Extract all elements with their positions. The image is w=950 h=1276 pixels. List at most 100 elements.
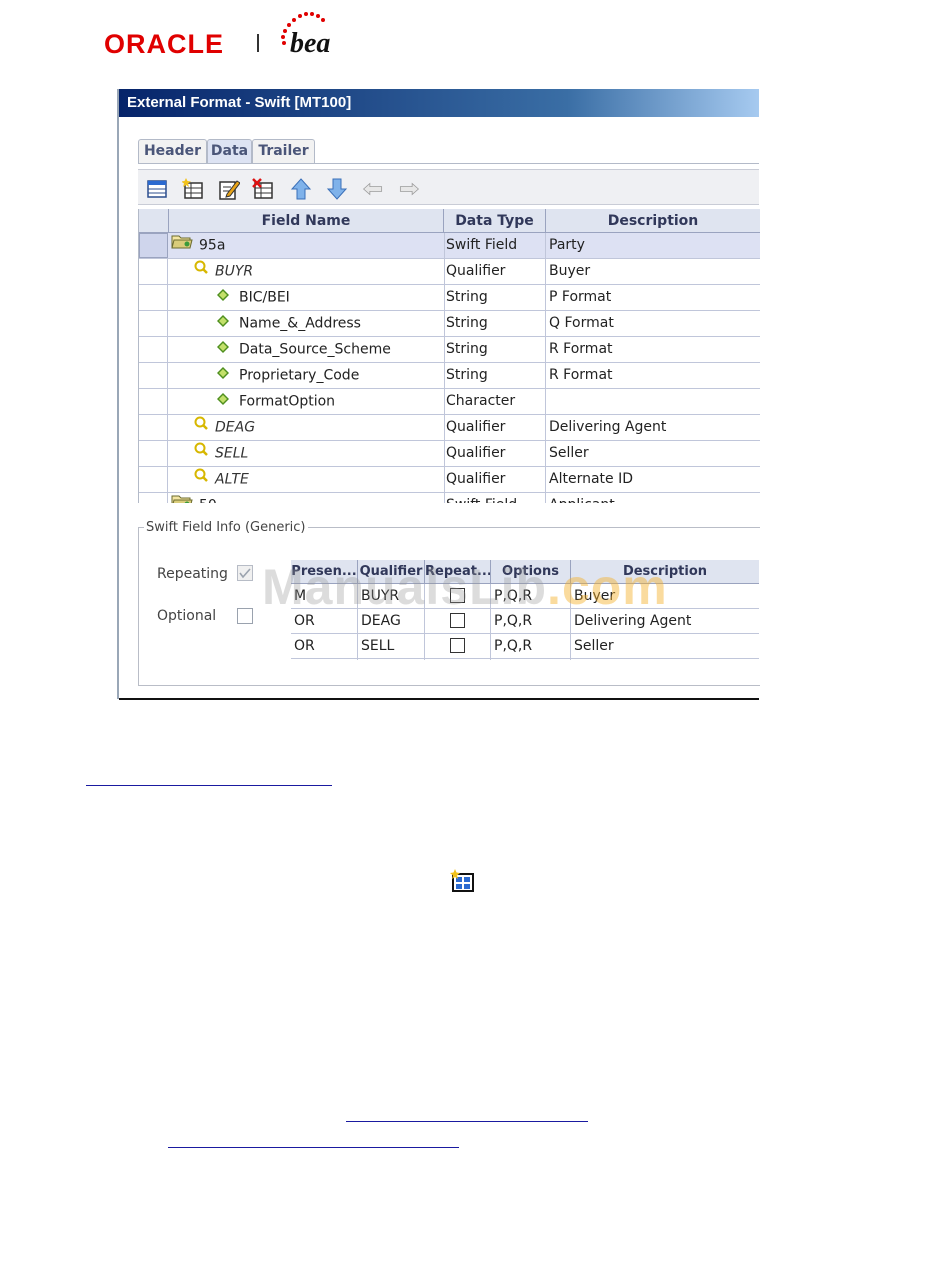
add-row-icon bbox=[450, 869, 474, 892]
tab-data[interactable]: Data bbox=[207, 139, 252, 163]
row-selector[interactable] bbox=[139, 311, 168, 336]
window-title: External Format - Swift [MT100] bbox=[119, 89, 759, 117]
cell-data-type: Qualifier bbox=[444, 415, 546, 440]
grid-row[interactable]: 95a Swift Field Party bbox=[139, 233, 760, 259]
row-selector[interactable] bbox=[139, 493, 168, 503]
column-header-field-name[interactable]: Field Name bbox=[169, 209, 444, 233]
cell-description: P Format bbox=[549, 289, 612, 305]
qualifier-icon bbox=[193, 441, 209, 466]
cell-description: Party bbox=[549, 237, 585, 253]
repeatable-checkbox[interactable] bbox=[450, 638, 465, 653]
cell-data-type: Swift Field bbox=[444, 233, 546, 258]
hyperlink-underline-1[interactable] bbox=[86, 785, 332, 786]
optional-checkbox[interactable] bbox=[237, 608, 253, 624]
qualifier-icon bbox=[193, 415, 209, 440]
edit-icon[interactable] bbox=[218, 178, 240, 200]
field-grid: Field Name Data Type Description 95a Swif… bbox=[138, 209, 760, 503]
window-bottom-edge bbox=[119, 698, 759, 700]
cell-description: Seller bbox=[549, 445, 589, 461]
hyperlink-underline-3[interactable] bbox=[168, 1147, 459, 1148]
row-selector[interactable] bbox=[139, 389, 168, 414]
grid-corner-header bbox=[139, 209, 169, 233]
folder-icon bbox=[171, 493, 193, 503]
grid-row[interactable]: DEAG Qualifier Delivering Agent bbox=[139, 415, 760, 441]
cell-field-name: 95a bbox=[169, 233, 445, 258]
grid-view-icon[interactable] bbox=[146, 178, 168, 200]
row-selector[interactable] bbox=[139, 415, 168, 440]
field-name-text: ALTE bbox=[215, 471, 249, 488]
field-name-text: Name_&_Address bbox=[239, 315, 361, 332]
cell-field-name: BUYR bbox=[169, 259, 445, 284]
info-cell-qualifier: SELL bbox=[358, 634, 425, 658]
move-up-icon[interactable] bbox=[290, 178, 312, 200]
grid-row[interactable]: ALTE Qualifier Alternate ID bbox=[139, 467, 760, 493]
grid-row[interactable]: SELL Qualifier Seller bbox=[139, 441, 760, 467]
field-name-text: Proprietary_Code bbox=[239, 367, 360, 384]
field-diamond-icon bbox=[217, 337, 229, 362]
repeating-label: Repeating bbox=[157, 566, 228, 582]
cell-field-name: BIC/BEI bbox=[169, 285, 445, 310]
cell-field-name: SELL bbox=[169, 441, 445, 466]
info-cell-repeatable bbox=[425, 659, 491, 660]
tab-header[interactable]: Header bbox=[138, 139, 207, 163]
grid-row[interactable]: Data_Source_Scheme String R Format bbox=[139, 337, 760, 363]
cell-description: Delivering Agent bbox=[549, 419, 667, 435]
info-table-row-partial[interactable] bbox=[291, 659, 759, 660]
info-table-row[interactable]: OR SELL P,Q,R Seller bbox=[291, 634, 759, 659]
cell-field-name: FormatOption bbox=[169, 389, 445, 414]
cell-description: Alternate ID bbox=[549, 471, 633, 487]
grid-row[interactable]: Proprietary_Code String R Format bbox=[139, 363, 760, 389]
row-selector[interactable] bbox=[139, 441, 168, 466]
cell-data-type: String bbox=[444, 337, 546, 362]
field-name-text: BUYR bbox=[215, 263, 254, 280]
field-name-text: SELL bbox=[215, 445, 249, 462]
row-selector[interactable] bbox=[139, 337, 168, 362]
info-cell-presence bbox=[291, 659, 358, 660]
row-selector[interactable] bbox=[139, 285, 168, 310]
field-diamond-icon bbox=[217, 363, 229, 388]
row-selector[interactable] bbox=[139, 363, 168, 388]
grid-row[interactable]: 50 Swift FieldApplicant bbox=[139, 493, 760, 503]
info-cell-presence: OR bbox=[291, 634, 358, 658]
cell-data-type: String bbox=[444, 363, 546, 388]
field-diamond-icon bbox=[217, 389, 229, 414]
swift-field-info-legend: Swift Field Info (Generic) bbox=[144, 520, 308, 535]
column-header-description[interactable]: Description bbox=[546, 209, 760, 233]
row-selector[interactable] bbox=[139, 467, 168, 492]
cell-description: Q Format bbox=[549, 315, 614, 331]
info-cell-options bbox=[491, 659, 571, 660]
grid-row[interactable]: BIC/BEI String P Format bbox=[139, 285, 760, 311]
delete-icon[interactable] bbox=[252, 178, 274, 200]
qualifier-icon bbox=[193, 467, 209, 492]
field-name-text: BIC/BEI bbox=[239, 289, 290, 306]
move-down-icon[interactable] bbox=[326, 178, 348, 200]
optional-label: Optional bbox=[157, 608, 217, 624]
grid-row[interactable]: Name_&_Address String Q Format bbox=[139, 311, 760, 337]
hyperlink-underline-2[interactable] bbox=[346, 1121, 588, 1122]
qualifier-icon bbox=[193, 259, 209, 284]
add-row-icon[interactable] bbox=[182, 178, 204, 200]
cell-description: Applicant bbox=[546, 493, 760, 503]
field-name-text: 50 bbox=[199, 498, 217, 504]
row-selector[interactable] bbox=[139, 233, 168, 258]
info-cell-repeatable bbox=[425, 634, 491, 658]
column-header-data-type[interactable]: Data Type bbox=[444, 209, 546, 233]
cell-data-type: Qualifier bbox=[444, 259, 546, 284]
row-selector[interactable] bbox=[139, 259, 168, 284]
cell-field-name: DEAG bbox=[169, 415, 445, 440]
tab-trailer[interactable]: Trailer bbox=[252, 139, 315, 163]
field-name-text: Data_Source_Scheme bbox=[239, 341, 391, 358]
folder-icon bbox=[171, 233, 193, 258]
cell-data-type: Swift Field bbox=[444, 493, 546, 503]
checkmark-icon bbox=[239, 568, 251, 579]
move-left-icon[interactable] bbox=[362, 178, 384, 200]
cell-data-type: String bbox=[444, 311, 546, 336]
cell-data-type: Qualifier bbox=[444, 467, 546, 492]
field-name-text: FormatOption bbox=[239, 393, 336, 410]
grid-row[interactable]: BUYR Qualifier Buyer bbox=[139, 259, 760, 285]
info-cell-desc: Seller bbox=[574, 638, 614, 654]
grid-row[interactable]: FormatOption Character bbox=[139, 389, 760, 415]
oracle-logo: ORACLE bbox=[104, 29, 224, 59]
repeating-checkbox[interactable] bbox=[237, 565, 253, 581]
move-right-icon[interactable] bbox=[398, 178, 420, 200]
